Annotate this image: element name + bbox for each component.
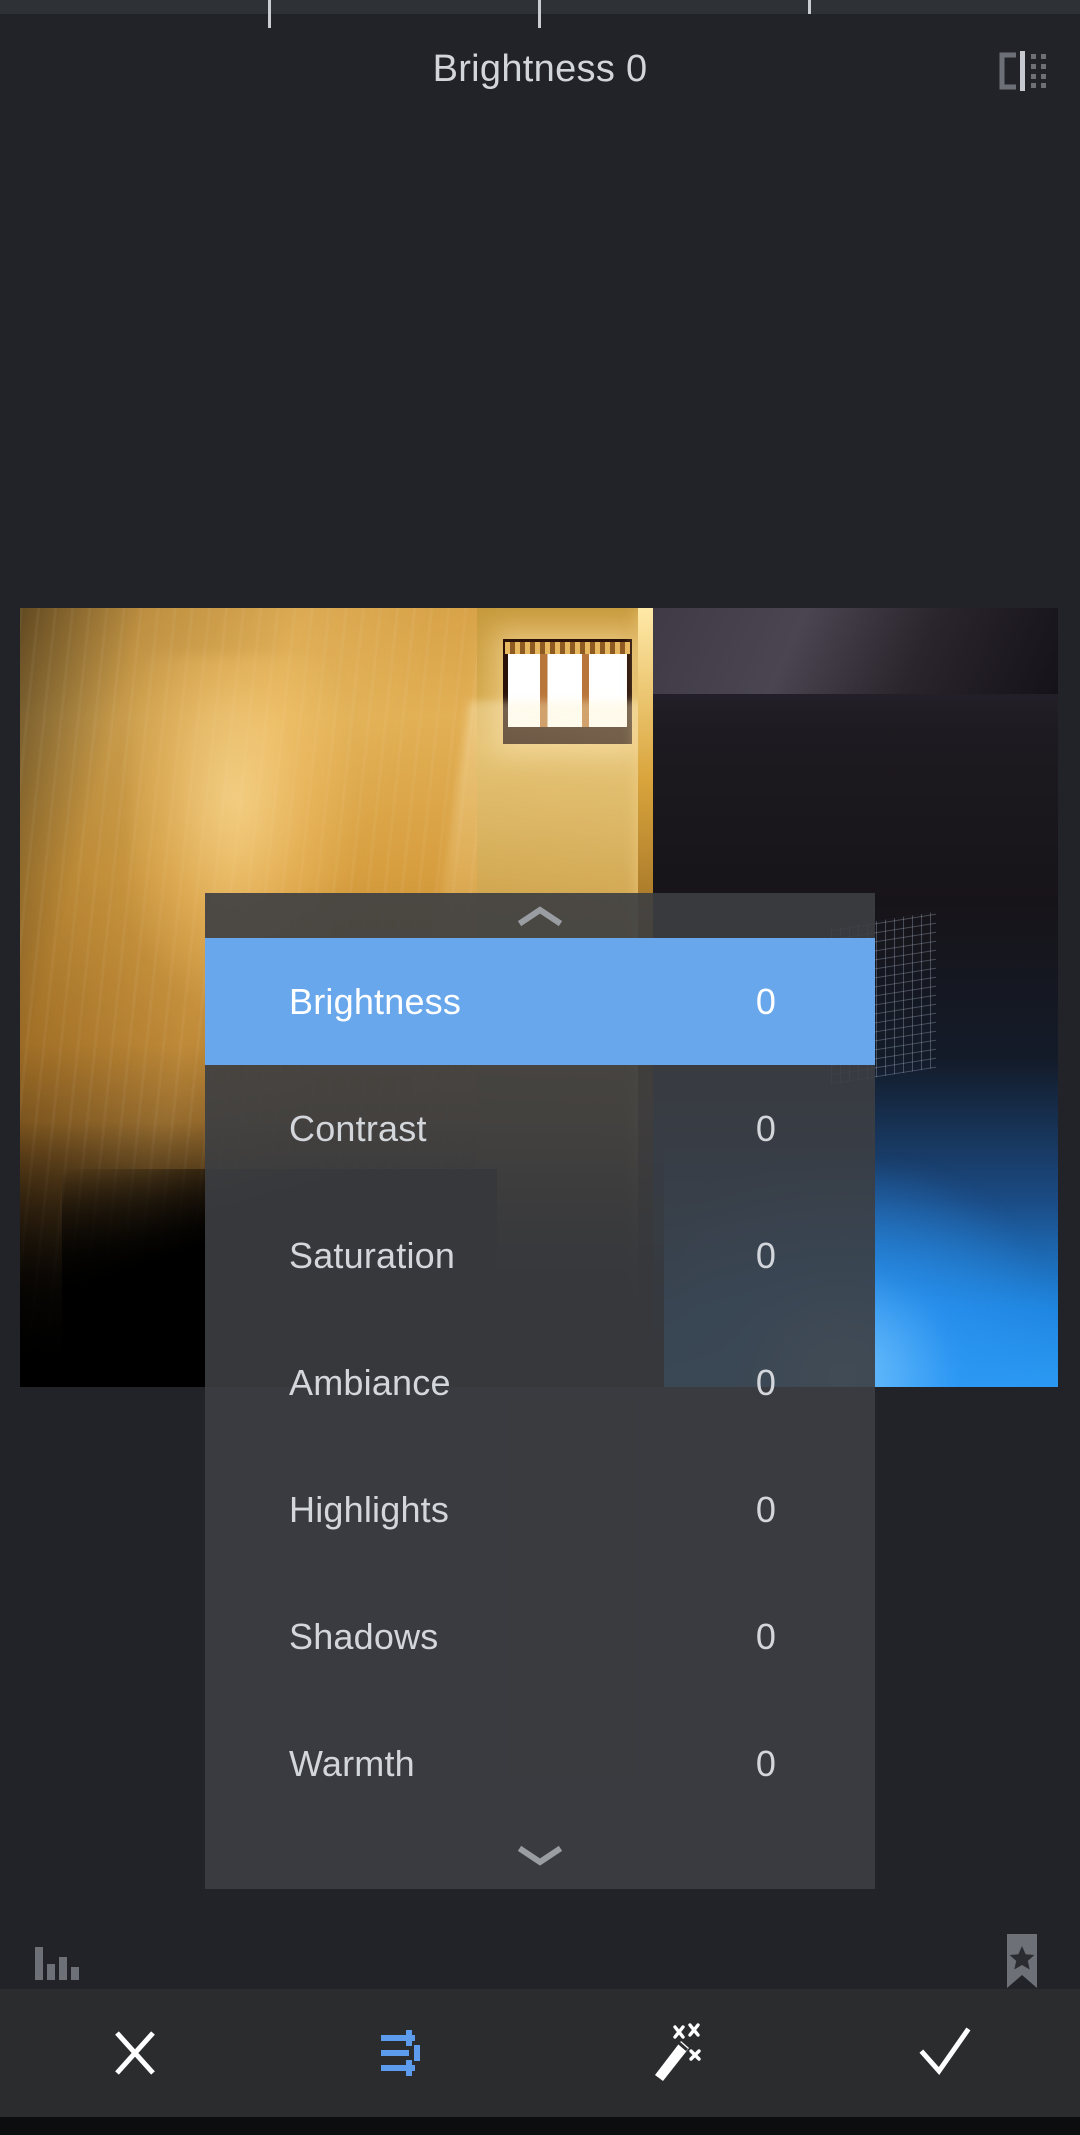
- bottom-toolbar: [0, 1989, 1080, 2117]
- option-label: Warmth: [289, 1742, 415, 1784]
- option-contrast[interactable]: Contrast 0: [205, 1065, 875, 1192]
- option-label: Ambiance: [289, 1361, 451, 1403]
- chevron-up-icon: [518, 906, 562, 927]
- option-value: 0: [755, 1742, 777, 1784]
- bottom-bezel: [0, 2117, 1080, 2135]
- histogram-icon: [35, 1947, 79, 1980]
- option-label: Saturation: [289, 1234, 456, 1276]
- option-saturation[interactable]: Saturation 0: [205, 1192, 875, 1319]
- option-label: Contrast: [289, 1107, 427, 1149]
- option-label: Highlights: [289, 1488, 450, 1530]
- chevron-down-icon: [518, 1845, 562, 1866]
- option-shadows[interactable]: Shadows 0: [205, 1573, 875, 1700]
- page-title: Brightness 0: [432, 47, 648, 90]
- status-tick-3: [808, 0, 811, 14]
- option-value: 0: [755, 1107, 777, 1149]
- close-x-icon: [115, 2031, 155, 2075]
- photo-window-valance: [505, 642, 630, 654]
- auto-enhance-button[interactable]: [540, 1989, 810, 2117]
- tune-image-button[interactable]: [270, 1989, 540, 2117]
- panel-scroll-up[interactable]: [205, 893, 875, 938]
- panel-scroll-down[interactable]: [205, 1827, 875, 1889]
- adjustments-panel: Brightness 0 Contrast 0 Saturation 0 Amb…: [205, 893, 875, 1889]
- compare-icon: [999, 51, 1046, 91]
- compare-button[interactable]: [986, 40, 1058, 102]
- apply-button[interactable]: [810, 1989, 1080, 2117]
- option-value: 0: [755, 1234, 777, 1276]
- top-bar: Brightness 0: [0, 14, 1080, 124]
- option-value: 0: [755, 980, 777, 1022]
- option-value: 0: [755, 1361, 777, 1403]
- cancel-button[interactable]: [0, 1989, 270, 2117]
- histogram-button[interactable]: [30, 1934, 86, 1995]
- option-value: 0: [755, 1615, 777, 1657]
- sliders-icon: [381, 2030, 420, 2076]
- option-ambiance[interactable]: Ambiance 0: [205, 1319, 875, 1446]
- photo-editor-screen: Brightness 0 Brightness 0 Contrast 0 Sat…: [0, 0, 1080, 2135]
- option-label: Shadows: [289, 1615, 439, 1657]
- option-label: Brightness: [289, 980, 462, 1022]
- bookmark-star-icon: [1007, 1934, 1037, 1988]
- magic-wand-icon: [655, 2023, 701, 2081]
- option-brightness[interactable]: Brightness 0: [205, 938, 875, 1065]
- option-highlights[interactable]: Highlights 0: [205, 1446, 875, 1573]
- option-warmth[interactable]: Warmth 0: [205, 1700, 875, 1827]
- status-bar: [0, 0, 1080, 28]
- check-icon: [919, 2027, 971, 2076]
- option-value: 0: [755, 1488, 777, 1530]
- photo-ceiling: [653, 608, 1058, 694]
